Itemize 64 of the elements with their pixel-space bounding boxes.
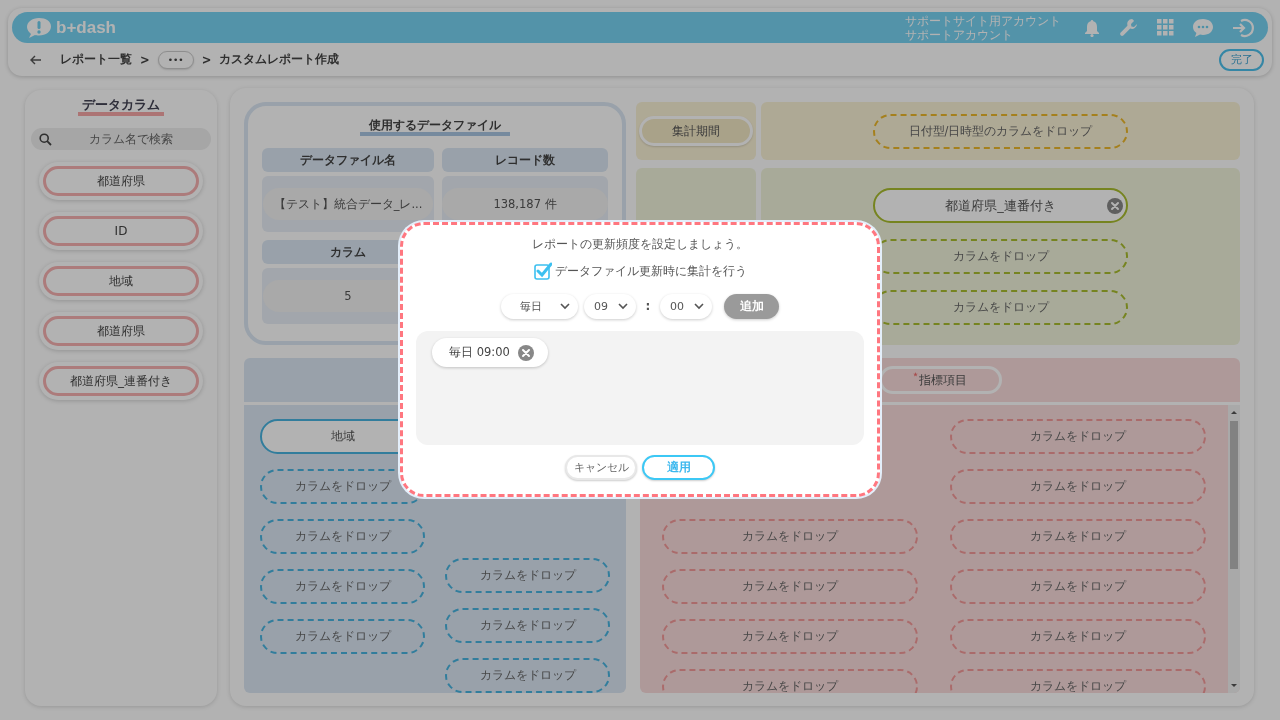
search-icon bbox=[39, 133, 52, 146]
chip-label: 地域 bbox=[330, 428, 355, 445]
chevron-icon bbox=[560, 302, 570, 310]
cancel-button[interactable]: キャンセル bbox=[565, 455, 637, 480]
drop-zone: カラムをドロップ bbox=[662, 619, 918, 654]
frequency-select[interactable]: 毎日 bbox=[501, 293, 578, 319]
drop-zone: カラムをドロップ bbox=[445, 608, 610, 643]
chevron-icon bbox=[694, 302, 704, 310]
drop-zone: カラムをドロップ bbox=[445, 658, 610, 693]
breadcrumb-separator: > bbox=[201, 52, 212, 67]
drop-zone: カラムをドロップ bbox=[662, 519, 918, 554]
value-text: 【テスト】統合データ_レ... bbox=[263, 188, 433, 220]
wrench-icon[interactable] bbox=[1119, 17, 1139, 38]
breadcrumb-link[interactable]: レポート一覧 bbox=[60, 52, 132, 67]
drop-zone: カラムをドロップ bbox=[950, 469, 1206, 504]
checkbox-label: データファイル更新時に集計を行う bbox=[554, 263, 747, 279]
account-name: サポートアカウント bbox=[905, 27, 1014, 42]
back-arrow-icon[interactable] bbox=[30, 54, 42, 65]
chevron-icon bbox=[618, 302, 628, 310]
drop-zone: カラムをドロップ bbox=[445, 558, 610, 593]
drop-zone: カラムをドロップ bbox=[950, 669, 1206, 693]
chat-icon[interactable] bbox=[1192, 17, 1214, 38]
breadcrumb-separator: > bbox=[140, 52, 150, 67]
remove-icon[interactable] bbox=[517, 344, 534, 361]
more-button[interactable]: ••• bbox=[157, 50, 194, 69]
dialog-message: レポートの更新頻度を設定しましょう。 bbox=[532, 237, 748, 253]
breadcrumb-current: カスタムレポート作成 bbox=[219, 52, 340, 67]
drop-zone: カラムをドロップ bbox=[662, 669, 918, 693]
search-field[interactable]: カラム名で検索 bbox=[31, 128, 211, 150]
remove-icon[interactable] bbox=[1107, 198, 1123, 214]
period-label[interactable]: 集計期間 bbox=[639, 116, 753, 146]
logout-icon[interactable] bbox=[1232, 17, 1254, 38]
column-item[interactable]: 地域 bbox=[39, 262, 203, 300]
column-heading: レコード数 bbox=[442, 148, 608, 172]
drop-zone: カラムをドロップ bbox=[260, 519, 425, 554]
sidebar-title: データカラム bbox=[78, 98, 164, 116]
logo-text: b+dash bbox=[56, 17, 116, 38]
drop-zone: カラムをドロップ bbox=[950, 619, 1206, 654]
chip-label: 都道府県_連番付き bbox=[945, 196, 1056, 215]
drop-zone: 日付型/日時型のカラムをドロップ bbox=[873, 113, 1128, 149]
apps-grid-icon[interactable] bbox=[1157, 19, 1174, 36]
chip-label: 毎日 09:00 bbox=[449, 345, 510, 360]
minute-select[interactable]: 00 bbox=[660, 293, 712, 319]
drop-zone: カラムをドロップ bbox=[950, 569, 1206, 604]
logo-icon bbox=[26, 16, 52, 39]
checkbox[interactable] bbox=[533, 262, 552, 280]
data-file-title: 使用するデータファイル bbox=[360, 118, 510, 136]
column-chip[interactable]: 都道府県_連番付き bbox=[873, 188, 1128, 223]
column-item[interactable]: 都道府県 bbox=[39, 162, 203, 200]
column-item[interactable]: 都道府県 bbox=[39, 312, 203, 350]
drop-zone: カラムをドロップ bbox=[950, 519, 1206, 554]
column-item[interactable]: 都道府県_連番付き bbox=[39, 362, 203, 400]
drop-zone: カラムをドロップ bbox=[950, 419, 1206, 454]
column-item[interactable]: ID bbox=[39, 212, 203, 250]
time-separator: : bbox=[644, 299, 652, 313]
column-heading: データファイル名 bbox=[262, 148, 434, 172]
drop-zone: カラムをドロップ bbox=[260, 619, 425, 654]
drop-zone: カラムをドロップ bbox=[260, 569, 425, 604]
drop-zone: カラムをドロップ bbox=[662, 569, 918, 604]
scrollbar[interactable] bbox=[1228, 405, 1240, 693]
value-text: 138,187 件 bbox=[442, 188, 608, 220]
hour-select[interactable]: 09 bbox=[584, 293, 636, 319]
account-name: サポートサイト用アカウント bbox=[905, 13, 1061, 28]
bell-icon[interactable] bbox=[1083, 18, 1101, 37]
